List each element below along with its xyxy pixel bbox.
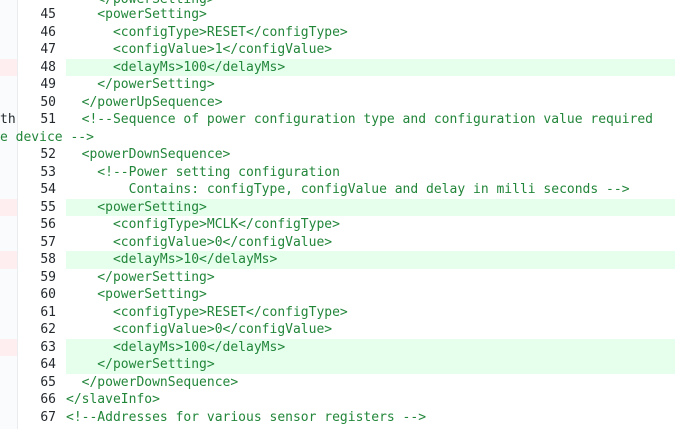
code-line-46: 46 <configType>RESET</configType>	[0, 24, 675, 42]
code-text: <powerSetting>	[66, 287, 207, 302]
line-number: 56	[40, 217, 56, 232]
code-text: <powerSetting>	[66, 7, 207, 22]
line-number: 53	[40, 164, 56, 180]
code-line-53: 53 <!--Power setting configuration	[0, 164, 675, 182]
code-line-50: 50 </powerUpSequence>	[0, 94, 675, 112]
left-change-marker	[0, 251, 17, 269]
code-line-66: 66 </slaveInfo>	[0, 391, 675, 409]
line-number: 51	[40, 112, 56, 127]
code-text: </powerDownSequence>	[66, 374, 239, 390]
line-number: 67	[40, 409, 56, 425]
left-change-marker	[0, 198, 17, 216]
line-number: 48	[40, 59, 56, 75]
line-number: 57	[40, 234, 56, 250]
code-text: <powerSetting>	[66, 198, 675, 216]
code-line-55: 55 <powerSetting>	[0, 198, 675, 216]
code-line-62: 62 <configValue>0</configValue>	[0, 321, 675, 339]
line-number: 46	[40, 24, 56, 40]
line-number: 45	[40, 7, 56, 22]
code-text: <!--Sequence of power configuration type…	[66, 112, 653, 127]
code-line-56: 56 <configType>MCLK</configType>	[0, 216, 675, 234]
line-number: 49	[40, 77, 56, 92]
code-text: Contains: configType, configValue and de…	[66, 182, 630, 197]
code-text: <configType>MCLK</configType>	[66, 217, 340, 232]
line-number: 62	[40, 322, 56, 337]
code-text: </slaveInfo>	[66, 392, 160, 407]
line-number: 63	[40, 339, 56, 355]
code-line-59: 59 </powerSetting>	[0, 269, 675, 287]
code-line-51: th 51 <!--Sequence of power configuratio…	[0, 111, 675, 129]
left-change-marker	[0, 338, 17, 356]
code-text: <!--Power setting configuration	[66, 164, 340, 180]
code-line-67: 67 <!--Addresses for various sensor regi…	[0, 409, 675, 427]
line-number: 54	[40, 182, 56, 197]
line-number: 55	[40, 199, 56, 215]
code-text: <configValue>0</configValue>	[66, 322, 333, 337]
left-pane-cut-text: th	[0, 112, 16, 127]
code-text: <delayMs>100</delayMs>	[66, 338, 675, 356]
line-number: 64	[40, 357, 56, 372]
code-line-57: 57 <configValue>0</configValue>	[0, 234, 675, 252]
line-number: 58	[40, 252, 56, 267]
line-number: 61	[40, 304, 56, 320]
code-line-63: 63 <delayMs>100</delayMs>	[0, 338, 675, 356]
line-number: 47	[40, 42, 56, 57]
code-text: <powerDownSequence>	[66, 147, 231, 162]
code-line-47: 47 <configValue>1</configValue>	[0, 41, 675, 59]
code-text: </powerSetting>	[66, 269, 215, 285]
wrapped-text: e device -->	[0, 129, 94, 145]
code-line-60: 60 <powerSetting>	[0, 286, 675, 304]
code-line-52: 52 <powerDownSequence>	[0, 146, 675, 164]
code-line-61: 61 <configType>RESET</configType>	[0, 304, 675, 322]
code-line-65: 65 </powerDownSequence>	[0, 374, 675, 392]
code-text: <configType>RESET</configType>	[66, 304, 348, 320]
code-text: </powerSetting>	[66, 77, 215, 92]
left-change-marker	[0, 58, 17, 76]
line-number: 65	[40, 374, 56, 390]
line-number: 59	[40, 269, 56, 285]
code-line-49: 49 </powerSetting>	[0, 76, 675, 94]
code-text: <configValue>0</configValue>	[66, 234, 333, 250]
code-text: </powerSetting>	[66, 356, 675, 374]
code-text: <!--Addresses for various sensor registe…	[66, 409, 427, 425]
code-line-64: 64 </powerSetting>	[0, 356, 675, 374]
code-text: </powerUpSequence>	[66, 94, 223, 110]
line-number: 66	[40, 392, 56, 407]
code-text: <configType>RESET</configType>	[66, 24, 348, 40]
line-number: 50	[40, 94, 56, 110]
code-text: <delayMs>10</delayMs>	[66, 251, 675, 269]
diff-view: </powerSetting> 45 <powerSetting> 46 <co…	[0, 0, 675, 429]
line-number: 52	[40, 147, 56, 162]
code-line-58: 58 <delayMs>10</delayMs>	[0, 251, 675, 269]
line-number: 60	[40, 287, 56, 302]
code-line-54: 54 Contains: configType, configValue and…	[0, 181, 675, 199]
code-line-45: 45 <powerSetting>	[0, 6, 675, 24]
code-text: <delayMs>100</delayMs>	[66, 58, 675, 76]
code-line-48: 48 <delayMs>100</delayMs>	[0, 58, 675, 76]
code-text: <configValue>1</configValue>	[66, 42, 333, 57]
code-line-51-wrap: e device -->	[0, 129, 675, 147]
